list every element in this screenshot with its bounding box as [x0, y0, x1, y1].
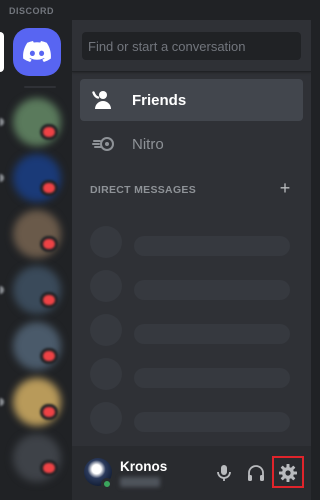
username: Kronos — [120, 459, 168, 474]
unread-indicator — [0, 118, 4, 126]
dm-placeholder-row — [90, 314, 290, 346]
unread-indicator — [0, 398, 4, 406]
nav-label: Friends — [132, 91, 187, 109]
direct-messages-panel: Friends Nitro DIRECT MESSAGES + — [72, 20, 311, 500]
dm-placeholder-row — [90, 358, 290, 390]
unread-indicator — [0, 174, 4, 182]
placeholder-avatar — [90, 226, 122, 258]
nav-label: Nitro — [132, 135, 164, 153]
nav-item-nitro[interactable]: Nitro — [80, 123, 303, 165]
mention-badge — [40, 404, 58, 420]
dm-placeholder-row — [90, 226, 290, 258]
gear-icon[interactable] — [276, 461, 300, 485]
placeholder-avatar — [90, 358, 122, 390]
mention-badge — [40, 180, 58, 196]
online-status-dot — [101, 478, 113, 490]
rail-separator — [24, 86, 56, 88]
dm-placeholder-row — [90, 402, 290, 434]
microphone-icon[interactable] — [212, 461, 236, 485]
placeholder-avatar — [90, 270, 122, 302]
unread-indicator — [0, 286, 4, 294]
dm-placeholder-row — [90, 270, 290, 302]
nitro-icon — [92, 132, 116, 156]
discord-logo-icon — [23, 41, 51, 62]
headphones-icon[interactable] — [244, 461, 268, 485]
placeholder-line — [134, 280, 290, 300]
friends-icon — [92, 88, 116, 112]
title-bar: DISCORD — [0, 0, 311, 20]
mention-badge — [40, 124, 58, 140]
mention-badge — [40, 236, 58, 252]
user-tag-blurred — [120, 477, 160, 487]
app-title: DISCORD — [9, 6, 55, 16]
server-rail — [0, 20, 72, 500]
search-bar — [72, 20, 311, 72]
home-selected-pill — [0, 32, 4, 72]
placeholder-line — [134, 236, 290, 256]
nav-item-friends[interactable]: Friends — [80, 79, 303, 121]
user-panel: Kronos — [72, 446, 311, 500]
direct-messages-header: DIRECT MESSAGES — [90, 184, 197, 196]
placeholder-line — [134, 412, 290, 432]
home-button[interactable] — [13, 28, 61, 76]
mention-badge — [40, 348, 58, 364]
placeholder-avatar — [90, 402, 122, 434]
placeholder-line — [134, 324, 290, 344]
placeholder-line — [134, 368, 290, 388]
plus-icon[interactable]: + — [277, 179, 293, 197]
mention-badge — [40, 460, 58, 476]
search-input[interactable] — [82, 32, 301, 60]
placeholder-avatar — [90, 314, 122, 346]
mention-badge — [40, 292, 58, 308]
